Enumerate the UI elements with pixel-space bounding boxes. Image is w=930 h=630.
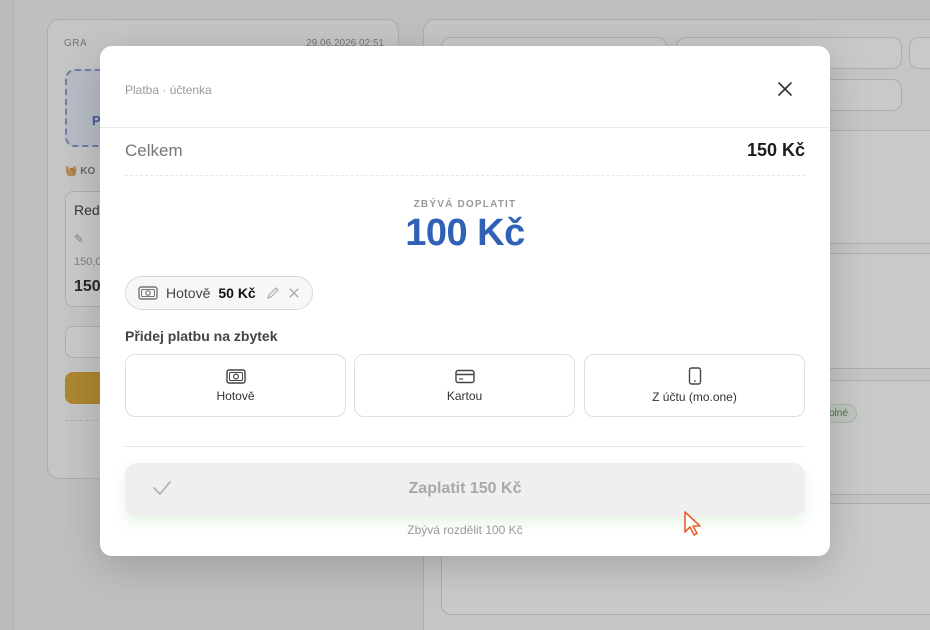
- method-label: Hotově: [216, 388, 255, 403]
- add-payment-label: Přidej platbu na zbytek: [125, 328, 278, 344]
- total-label: Celkem: [125, 141, 183, 160]
- payment-chip-method: Hotově: [166, 285, 211, 301]
- close-icon: [778, 82, 792, 96]
- cash-icon: [138, 286, 158, 300]
- edit-payment-button[interactable]: [266, 286, 280, 300]
- method-label: Z účtu (mo.one): [652, 390, 737, 404]
- total-value: 150 Kč: [746, 140, 805, 160]
- pencil-icon: [267, 287, 279, 299]
- cash-icon: [225, 368, 246, 384]
- remaining-label: ZBÝVÁ DOPLATIT: [413, 199, 517, 210]
- modal-header: Platba · účtenka: [100, 46, 830, 128]
- total-row: Celkem 150 Kč: [125, 138, 805, 176]
- remove-payment-button[interactable]: [288, 287, 300, 299]
- method-label: Kartou: [446, 388, 483, 403]
- pay-button[interactable]: Zaplatit 150 Kč: [125, 463, 805, 517]
- divider: [125, 446, 805, 447]
- method-button-card[interactable]: Kartou: [354, 354, 575, 417]
- card-icon: [454, 369, 475, 383]
- mouse-cursor-icon: [684, 511, 701, 536]
- remaining-hint: Zbývá rozdělit 100 Kč: [407, 523, 523, 537]
- payment-chip: Hotově 50 Kč: [125, 276, 313, 310]
- method-button-account[interactable]: Z účtu (mo.one): [584, 354, 805, 417]
- method-button-cash[interactable]: Hotově: [125, 354, 346, 417]
- payment-chip-amount: 50 Kč: [218, 285, 256, 301]
- payment-modal: Platba · účtenka Celkem 150 Kč ZBÝVÁ DOP…: [100, 46, 830, 556]
- pay-button-label: Zaplatit 150 Kč: [408, 480, 522, 497]
- close-button[interactable]: [770, 74, 800, 104]
- modal-title: Platba · účtenka: [125, 83, 212, 97]
- phone-icon: [688, 367, 701, 385]
- close-icon: [289, 288, 299, 298]
- remaining-value: 100 Kč: [405, 212, 525, 254]
